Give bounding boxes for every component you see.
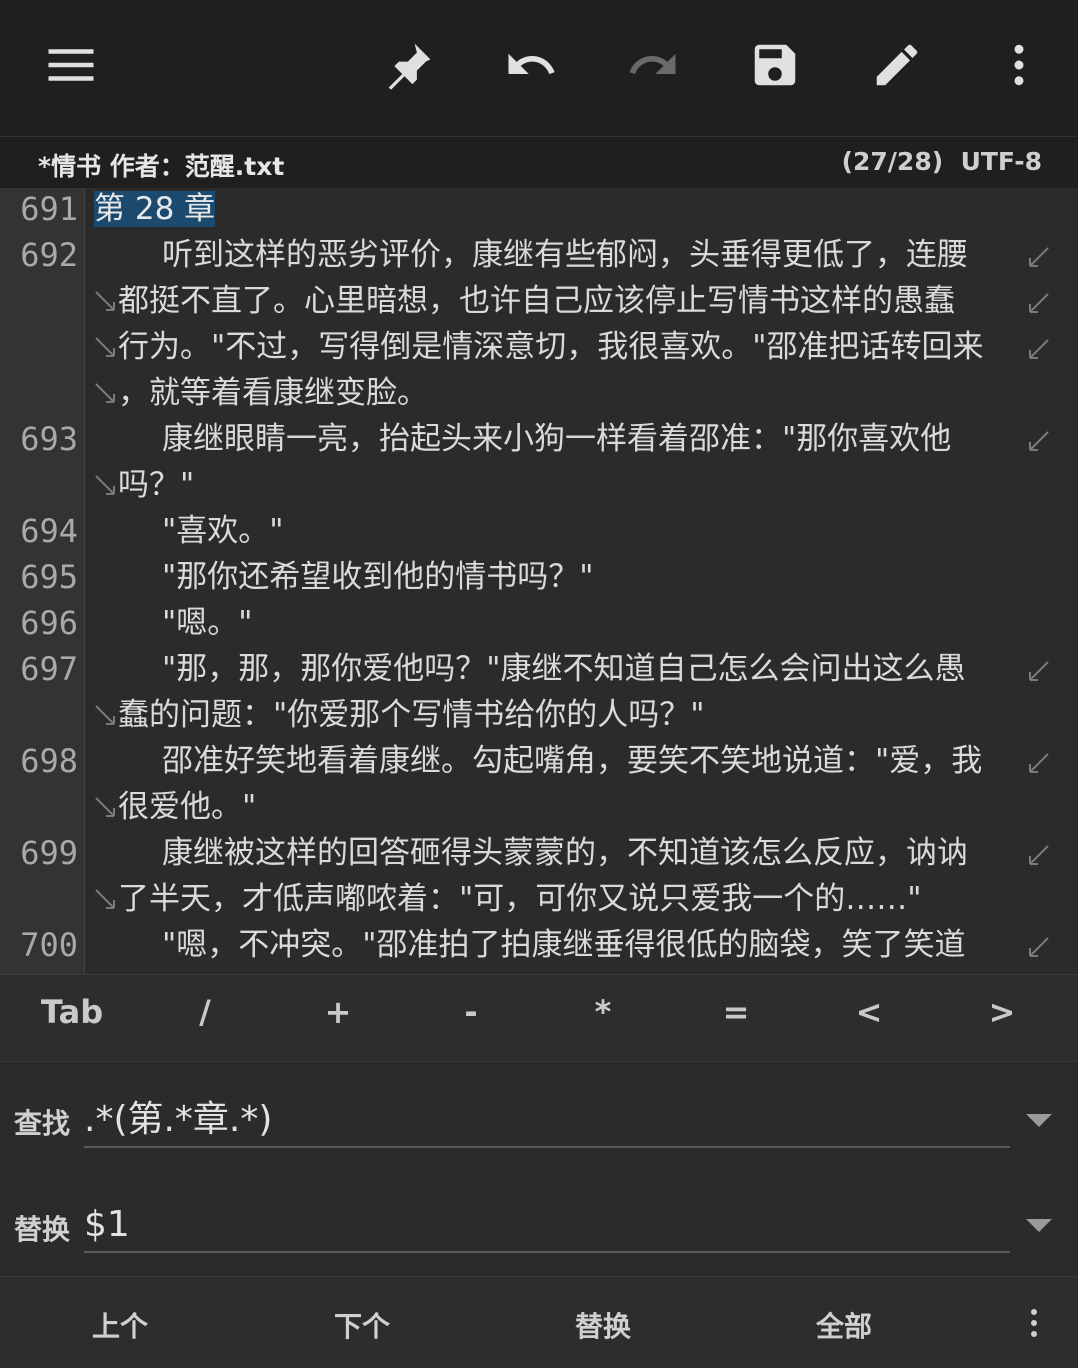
pin-icon[interactable] bbox=[374, 30, 444, 100]
text-line[interactable]: 蠢的问题："你爱那个写情书给你的人吗？" bbox=[118, 692, 1038, 738]
save-icon[interactable] bbox=[740, 30, 810, 100]
line-number: 700 bbox=[20, 926, 78, 964]
search-action-bar: 上个 下个 替换 全部 bbox=[0, 1276, 1078, 1368]
line-number: 699 bbox=[20, 834, 78, 872]
wrap-continued-icon bbox=[95, 705, 115, 725]
text-line[interactable]: 康继被这样的回答砸得头蒙蒙的，不知道该怎么反应，讷讷 bbox=[94, 830, 1064, 876]
replace-button[interactable]: 替换 bbox=[543, 1305, 663, 1345]
find-input[interactable]: .*(第.*章.*) bbox=[84, 1094, 1010, 1148]
text-line[interactable]: 行为。"不过，写得倒是情深意切，我很喜欢。"邵准把话转回来 bbox=[118, 324, 1038, 370]
wrap-continue-icon bbox=[1029, 661, 1049, 681]
more-vert-icon[interactable] bbox=[984, 30, 1054, 100]
symbol-key[interactable]: + bbox=[288, 993, 388, 1031]
find-replace-panel: 查找 .*(第.*章.*) 替换 $1 上个 下个 替换 全部 bbox=[0, 1062, 1078, 1368]
prev-match-button[interactable]: 上个 bbox=[60, 1305, 180, 1345]
text-line[interactable]: 很爱他。" bbox=[118, 784, 1038, 830]
encoding-label: UTF-8 bbox=[960, 147, 1042, 176]
line-number: 693 bbox=[20, 420, 78, 458]
symbol-key[interactable]: < bbox=[819, 993, 919, 1031]
text-line[interactable]: "嗯，不冲突。"邵准拍了拍康继垂得很低的脑袋，笑了笑道 bbox=[94, 922, 1064, 968]
file-meta: (27/28) UTF-8 bbox=[842, 147, 1042, 176]
text-line[interactable]: 听到这样的恶劣评价，康继有些郁闷，头垂得更低了，连腰 bbox=[94, 232, 1064, 278]
symbol-key[interactable]: > bbox=[952, 993, 1052, 1031]
text-line[interactable]: "嗯。" bbox=[94, 600, 1064, 646]
find-history-dropdown-icon[interactable] bbox=[1024, 1110, 1054, 1130]
next-match-button[interactable]: 下个 bbox=[302, 1305, 422, 1345]
line-number: 691 bbox=[20, 190, 78, 228]
text-editor[interactable]: 691 692 693 694 695 696 697 698 699 700 第 28 章听到这… bbox=[0, 188, 1078, 974]
more-options-icon[interactable] bbox=[1028, 1307, 1040, 1339]
menu-icon[interactable] bbox=[36, 30, 106, 100]
search-match-highlight: 第 28 章 bbox=[94, 191, 216, 227]
wrap-continued-icon bbox=[95, 291, 115, 311]
symbol-key[interactable]: * bbox=[553, 993, 653, 1031]
replace-history-dropdown-icon[interactable] bbox=[1024, 1215, 1054, 1235]
text-line[interactable]: "那，那，那你爱他吗？"康继不知道自己怎么会问出这么愚 bbox=[94, 646, 1064, 692]
replace-label: 替换 bbox=[14, 1213, 71, 1246]
find-label: 查找 bbox=[14, 1107, 71, 1140]
chapter-position: (27/28) bbox=[841, 147, 944, 176]
text-line[interactable]: 邵准好笑地看着康继。勾起嘴角，要笑不笑地说道："爱，我 bbox=[94, 738, 1064, 784]
line-number: 697 bbox=[20, 650, 78, 688]
line-number: 695 bbox=[20, 558, 78, 596]
text-line[interactable]: "那你还希望收到他的情书吗？" bbox=[94, 554, 1064, 600]
wrap-continue-icon bbox=[1029, 753, 1049, 773]
wrap-continued-icon bbox=[95, 337, 115, 357]
text-line[interactable]: 吗？" bbox=[118, 462, 1038, 508]
redo-icon[interactable] bbox=[618, 30, 688, 100]
line-number-gutter: 691 692 693 694 695 696 697 698 699 700 bbox=[0, 188, 85, 974]
file-info-bar: *情书 作者：范醒.txt (27/28) UTF-8 bbox=[0, 136, 1078, 188]
line-number: 698 bbox=[20, 742, 78, 780]
replace-input[interactable]: $1 bbox=[84, 1199, 1010, 1253]
text-line[interactable]: ，就等着看康继变脸。 bbox=[118, 370, 1038, 416]
symbol-key[interactable]: = bbox=[686, 993, 786, 1031]
line-number: 694 bbox=[20, 512, 78, 550]
wrap-continue-icon bbox=[1029, 247, 1049, 267]
symbol-bar: Tab / + - * = < > bbox=[0, 974, 1078, 1062]
edit-icon[interactable] bbox=[862, 30, 932, 100]
symbol-key[interactable]: Tab bbox=[22, 993, 122, 1031]
wrap-continue-icon bbox=[1029, 845, 1049, 865]
wrap-continued-icon bbox=[95, 383, 115, 403]
wrap-continue-icon bbox=[1029, 431, 1049, 451]
text-line[interactable]: 都挺不直了。心里暗想，也许自己应该停止写情书这样的愚蠢 bbox=[118, 278, 1038, 324]
line-number: 696 bbox=[20, 604, 78, 642]
symbol-key[interactable]: - bbox=[421, 993, 521, 1031]
wrap-continue-icon bbox=[1029, 293, 1049, 313]
wrap-continue-icon bbox=[1029, 339, 1049, 359]
wrap-continue-icon bbox=[1029, 937, 1049, 957]
text-line[interactable]: 康继眼睛一亮，抬起头来小狗一样看着邵准："那你喜欢他 bbox=[94, 416, 1064, 462]
wrap-continued-icon bbox=[95, 475, 115, 495]
wrap-continued-icon bbox=[95, 889, 115, 909]
wrap-continued-icon bbox=[95, 797, 115, 817]
undo-icon[interactable] bbox=[496, 30, 566, 100]
symbol-key[interactable]: / bbox=[155, 993, 255, 1031]
line-number: 692 bbox=[20, 236, 78, 274]
text-line[interactable]: "喜欢。" bbox=[94, 508, 1064, 554]
chapter-heading-line[interactable]: 第 28 章 bbox=[94, 188, 1064, 232]
file-name: *情书 作者：范醒.txt bbox=[38, 152, 285, 181]
text-line[interactable]: 了半天，才低声嘟哝着："可，可你又说只爱我一个的……" bbox=[118, 876, 1038, 922]
top-toolbar bbox=[0, 0, 1078, 136]
replace-all-button[interactable]: 全部 bbox=[784, 1305, 904, 1345]
